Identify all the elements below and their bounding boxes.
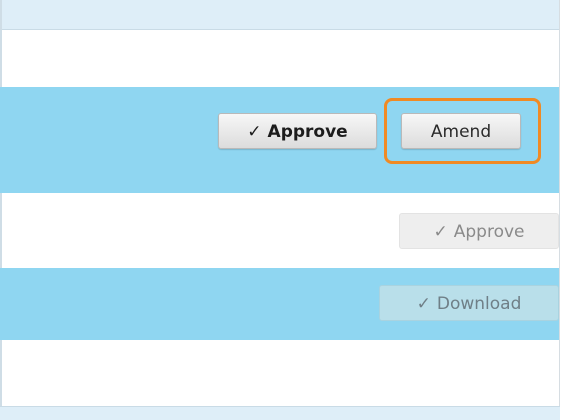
screenshot-frame: ✓ Approve Amend ✓ Approve ✓ Download (0, 0, 571, 420)
amend-button[interactable]: Amend (401, 113, 521, 149)
panel-right-border (559, 0, 560, 420)
approve-button-disabled[interactable]: ✓ Approve (399, 213, 559, 249)
table-footer-bar (0, 406, 560, 420)
download-button[interactable]: ✓ Download (379, 285, 559, 321)
check-icon: ✓ (247, 122, 262, 142)
left-edge (0, 0, 2, 420)
check-icon: ✓ (433, 222, 448, 242)
download-button-label: Download (436, 294, 522, 314)
amend-button-label: Amend (430, 122, 492, 142)
table-header-bar (0, 0, 560, 30)
check-icon: ✓ (416, 294, 431, 314)
approve-button-label: Approve (453, 222, 525, 242)
approve-button[interactable]: ✓ Approve (218, 113, 377, 149)
approve-button-label: Approve (267, 122, 348, 142)
